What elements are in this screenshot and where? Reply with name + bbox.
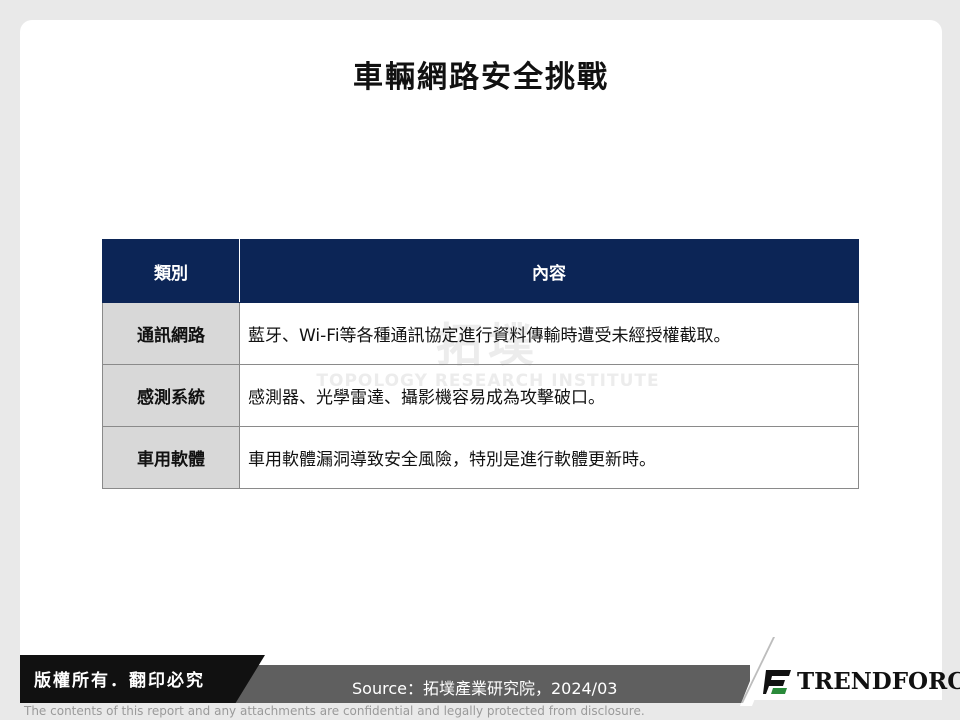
challenge-table: 類別 內容 通訊網路 藍牙、Wi-Fi等各種通訊協定進行資料傳輸時遭受未經授權截… [102,239,859,489]
row-category: 感測系統 [102,364,240,427]
slide-canvas: 車輛網路安全挑戰 拓墣 TOPOLOGY RESEARCH INSTITUTE … [20,20,942,700]
trendforce-logo-text: TRENDFORCE [797,668,960,695]
slide-title: 車輛網路安全挑戰 [353,60,609,95]
table-row: 車用軟體 車用軟體漏洞導致安全風險，特別是進行軟體更新時。 [102,426,859,489]
table-row: 感測系統 感測器、光學雷達、攝影機容易成為攻擊破口。 [102,364,859,427]
row-content: 車用軟體漏洞導致安全風險，特別是進行軟體更新時。 [239,426,859,489]
header-content: 內容 [239,239,859,303]
row-content: 藍牙、Wi-Fi等各種通訊協定進行資料傳輸時遭受未經授權截取。 [239,302,859,365]
trendforce-logo-icon [763,670,791,694]
source-text: Source：拓墣產業研究院，2024/03 [352,679,618,698]
table-header-row: 類別 內容 [102,239,859,303]
table-row: 通訊網路 藍牙、Wi-Fi等各種通訊協定進行資料傳輸時遭受未經授權截取。 [102,302,859,365]
row-category: 車用軟體 [102,426,240,489]
copyright-text: 版權所有．翻印必究 [34,671,205,691]
row-category: 通訊網路 [102,302,240,365]
disclaimer-text: The contents of this report and any atta… [24,704,645,718]
header-category: 類別 [102,239,240,303]
row-content: 感測器、光學雷達、攝影機容易成為攻擊破口。 [239,364,859,427]
